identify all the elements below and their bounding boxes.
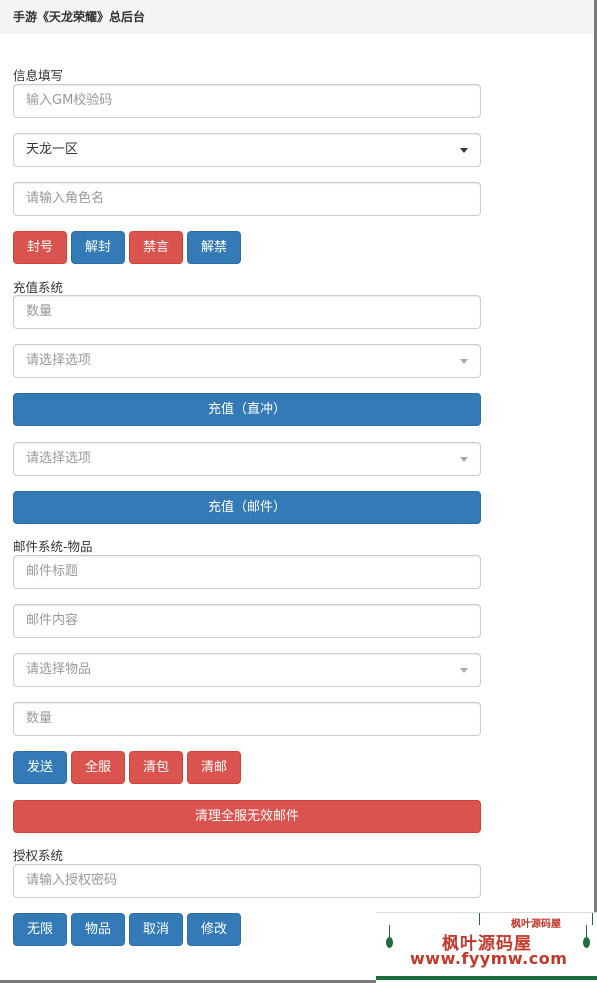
recharge-option-select-2-value: 请选择选项 <box>26 451 92 466</box>
chevron-down-icon <box>460 457 468 462</box>
mail-content-input[interactable]: 邮件内容 <box>13 604 481 638</box>
mail-item-select[interactable]: 请选择物品 <box>13 653 481 687</box>
mute-button[interactable]: 禁言 <box>129 231 183 264</box>
page-frame: 手游《天龙荣耀》总后台 信息填写 输入GM校验码 天龙一区 请输入角色名 封号 … <box>0 0 597 983</box>
auth-section-label: 授权系统 <box>13 848 64 863</box>
watermark-line <box>592 913 593 925</box>
chevron-down-icon <box>460 668 468 673</box>
watermark-url: www.fyymw.com <box>410 949 568 968</box>
recharge-option-select-1-value: 请选择选项 <box>26 353 92 368</box>
info-section-label: 信息填写 <box>13 68 64 83</box>
ban-button[interactable]: 封号 <box>13 231 67 264</box>
watermark-dot <box>583 937 590 948</box>
server-select[interactable]: 天龙一区 <box>13 133 481 167</box>
chevron-down-icon <box>460 359 468 364</box>
unmute-button[interactable]: 解禁 <box>187 231 241 264</box>
recharge-option-select-2[interactable]: 请选择选项 <box>13 442 481 476</box>
chevron-down-icon <box>460 148 468 153</box>
recharge-option-select-1[interactable]: 请选择选项 <box>13 344 481 378</box>
modify-auth-button[interactable]: 修改 <box>187 913 241 946</box>
unlimited-button[interactable]: 无限 <box>13 913 67 946</box>
gm-code-input[interactable]: 输入GM校验码 <box>13 84 481 118</box>
mail-title-input[interactable]: 邮件标题 <box>13 555 481 589</box>
all-server-button[interactable]: 全服 <box>71 751 125 784</box>
clear-mail-button[interactable]: 清邮 <box>187 751 241 784</box>
item-auth-button[interactable]: 物品 <box>71 913 125 946</box>
watermark-bar <box>376 976 597 980</box>
clear-bag-button[interactable]: 清包 <box>129 751 183 784</box>
auth-password-input[interactable]: 请输入授权密码 <box>13 864 481 898</box>
clear-invalid-mail-button[interactable]: 清理全服无效邮件 <box>13 800 481 833</box>
mail-quantity-input[interactable]: 数量 <box>13 702 481 736</box>
mail-section-label: 邮件系统-物品 <box>13 539 93 554</box>
recharge-amount-input[interactable]: 数量 <box>13 295 481 329</box>
watermark-top-text: 枫叶源码屋 <box>511 919 561 930</box>
cancel-auth-button[interactable]: 取消 <box>129 913 183 946</box>
watermark-line <box>479 913 480 925</box>
send-button[interactable]: 发送 <box>13 751 67 784</box>
mail-item-select-value: 请选择物品 <box>26 662 92 677</box>
page-title: 手游《天龙荣耀》总后台 <box>0 0 594 34</box>
watermark-dot <box>386 937 393 948</box>
watermark-logo: 枫叶源码屋 枫叶源码屋 www.fyymw.com <box>376 912 597 983</box>
role-name-input[interactable]: 请输入角色名 <box>13 182 481 216</box>
unban-button[interactable]: 解封 <box>71 231 125 264</box>
recharge-direct-button[interactable]: 充值（直冲） <box>13 393 481 426</box>
recharge-section-label: 充值系统 <box>13 280 64 295</box>
server-select-value: 天龙一区 <box>26 142 79 157</box>
recharge-mail-button[interactable]: 充值（邮件） <box>13 491 481 524</box>
